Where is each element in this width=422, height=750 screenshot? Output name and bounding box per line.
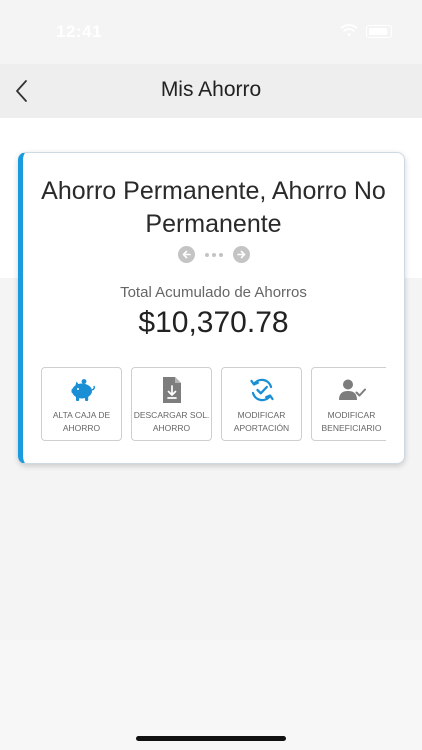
savings-card-title: Ahorro Permanente, Ahorro No Permanente [41,177,386,238]
status-bar: 12:41 [0,0,422,64]
download-savings-request-button[interactable]: DESCARGAR SOL. AHORRO [131,367,212,441]
tile-label-line2: AHORRO [152,423,191,433]
pager-dots [204,252,223,257]
total-label: Total Acumulado de Ahorros [120,284,307,301]
status-icons [340,24,392,38]
home-indicator[interactable] [136,736,286,741]
user-check-icon [338,379,366,400]
battery-icon [366,24,392,38]
tile-label-line2: APORTACIÓN [233,423,290,433]
modify-beneficiary-button[interactable]: MODIFICAR BENEFICIARIO [311,367,386,441]
status-time: 12:41 [56,22,102,41]
piggy-bank-icon [71,379,95,401]
tile-label-line2: BENEFICIARIO [321,423,382,433]
tile-label-line1: MODIFICAR [327,410,376,420]
refresh-check-icon [249,378,274,402]
savings-card: Ahorro Permanente, Ahorro No Permanente … [18,152,405,464]
bottom-area [0,640,422,750]
modify-contribution-button[interactable]: MODIFICAR APORTACIÓN [221,367,302,441]
download-document-icon [162,377,181,403]
next-arrow-icon[interactable] [232,246,250,263]
tile-label-line1: DESCARGAR SOL. [133,410,210,420]
page-title: Mis Ahorro [160,78,262,101]
previous-arrow-icon[interactable] [177,246,195,263]
tile-label-line2: AHORRO [62,423,101,433]
wifi-icon [340,24,358,37]
card-pager [23,246,404,263]
open-savings-account-button[interactable]: ALTA CAJA DE AHORRO [41,367,122,441]
nav-bar: Mis Ahorro [0,64,422,118]
tile-label-line1: ALTA CAJA DE [52,410,111,420]
actions-carousel[interactable]: ALTA CAJA DE AHORRO DESCARGAR SOL. AHORR… [41,367,386,443]
tile-label-line1: MODIFICAR [237,410,286,420]
total-amount: $10,370.78 [138,306,289,339]
